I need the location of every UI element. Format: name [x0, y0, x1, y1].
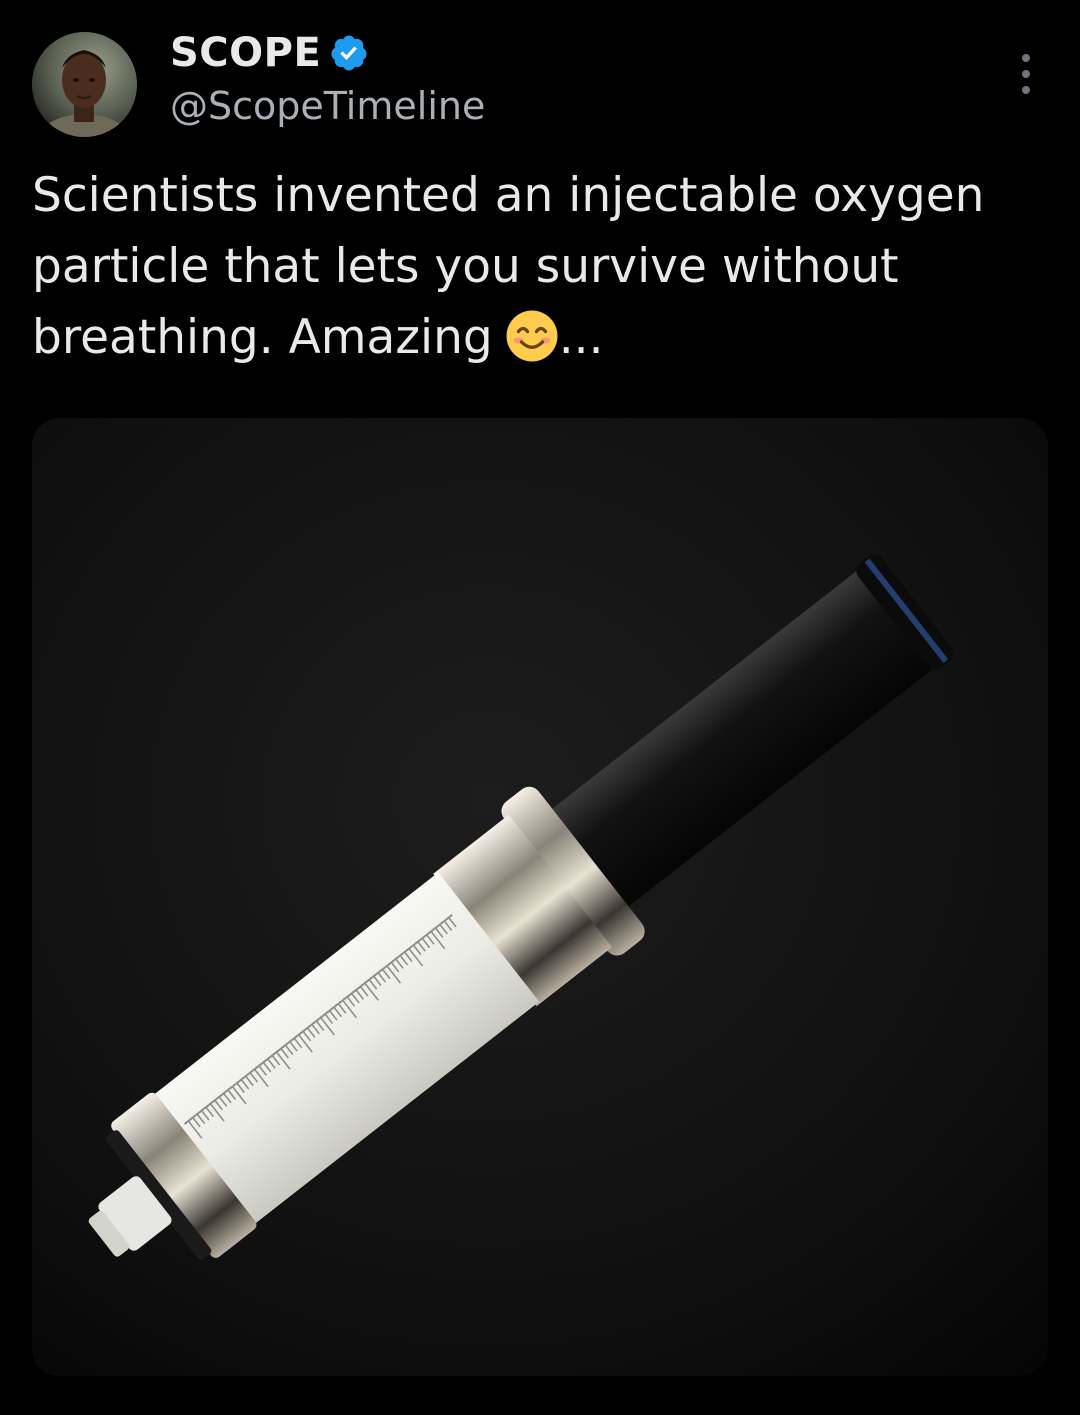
author-handle[interactable]: @ScopeTimeline — [170, 84, 485, 128]
syringe-photo-icon — [32, 418, 1048, 1376]
avatar[interactable] — [32, 32, 137, 137]
more-vertical-icon[interactable] — [1016, 52, 1036, 96]
tweet-media[interactable] — [32, 418, 1048, 1376]
tweet-text: Scientists invented an injectable oxygen… — [32, 160, 1062, 373]
verified-badge-icon[interactable] — [329, 33, 369, 73]
avatar-photo-icon — [32, 32, 137, 137]
display-name[interactable]: SCOPE — [170, 30, 321, 76]
tweet-header: SCOPE @ScopeTimeline — [32, 30, 1048, 140]
smiling-face-emoji-icon — [506, 310, 558, 362]
author-names: SCOPE @ScopeTimeline — [170, 30, 485, 128]
tweet-text-suffix: ... — [558, 310, 604, 365]
display-name-row: SCOPE — [170, 30, 485, 76]
